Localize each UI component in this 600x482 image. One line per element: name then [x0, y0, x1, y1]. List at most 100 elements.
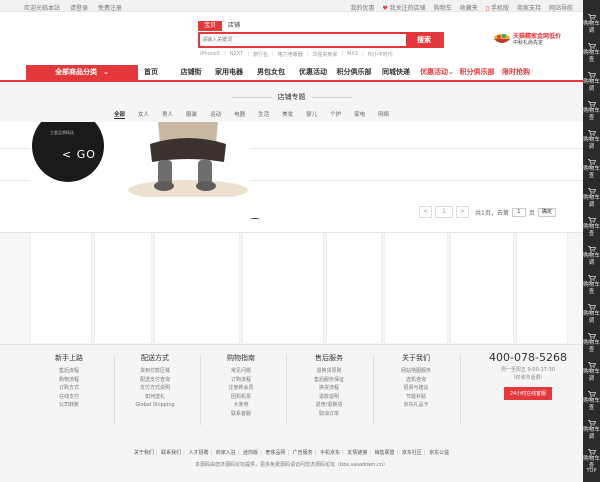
footer-link[interactable]: 售后服务保证: [286, 376, 372, 385]
nav-item-flash-sale[interactable]: 限时抢购: [501, 65, 531, 80]
sidebar-cart-item[interactable]: 购物车查: [583, 333, 600, 353]
hotword-link[interactable]: 叩小平时代: [368, 51, 393, 58]
filter-item[interactable]: 男人: [162, 110, 173, 119]
nav-item-bags[interactable]: 男包女包: [254, 65, 288, 80]
hotword-link[interactable]: iPhone5: [200, 51, 220, 58]
filter-item[interactable]: 运动: [210, 110, 221, 119]
footer-link[interactable]: 常见问题: [198, 367, 284, 376]
footer-link[interactable]: 购物流程: [26, 376, 112, 385]
filter-item[interactable]: 生活: [258, 110, 269, 119]
product-card[interactable]: [154, 233, 240, 343]
product-card[interactable]: [384, 233, 448, 343]
hotword-link[interactable]: 华强夹到家: [312, 51, 337, 58]
back-to-top-button[interactable]: TOP: [583, 468, 600, 474]
sidebar-cart-item[interactable]: 购物车调: [583, 188, 600, 208]
sidebar-cart-item[interactable]: 购物车查: [583, 275, 600, 295]
footer-link[interactable]: 注册新会员: [198, 384, 284, 393]
footer-link[interactable]: 京东礼品卡: [373, 401, 459, 410]
sidebar-cart-item[interactable]: 购物车调: [583, 304, 600, 324]
next-page-button[interactable]: >: [456, 206, 469, 218]
hotword-link[interactable]: 格力电暖器: [278, 51, 303, 58]
footer-bottom-link[interactable]: 人才招聘: [188, 450, 208, 456]
footer-link[interactable]: 退换货原则: [286, 367, 372, 376]
cart-link[interactable]: 购物车: [434, 3, 452, 12]
nav-item-promotions-2[interactable]: 优惠活动⌄: [420, 65, 454, 80]
all-categories-button[interactable]: 全部商品分类 ⌄: [26, 65, 138, 80]
filter-item[interactable]: 美妆: [282, 110, 293, 119]
product-card[interactable]: [326, 233, 382, 343]
product-card[interactable]: [516, 233, 568, 343]
go-circle[interactable]: 主要品牌精选 < GO: [32, 122, 104, 182]
filter-all[interactable]: 全部: [114, 110, 126, 119]
footer-link[interactable]: 在线支付: [26, 393, 112, 402]
sidebar-cart-item[interactable]: 购物车查: [583, 101, 600, 121]
footer-link[interactable]: 如何送礼: [112, 393, 198, 402]
nav-item-promotions[interactable]: 优惠活动: [296, 65, 330, 80]
search-tab-shops[interactable]: 店铺: [222, 21, 246, 31]
prev-page-button[interactable]: <: [419, 206, 432, 218]
footer-bottom-link[interactable]: 奢侈品网: [265, 450, 285, 456]
search-input[interactable]: [202, 35, 402, 45]
filter-item[interactable]: 家电: [354, 110, 365, 119]
footer-bottom-link[interactable]: 友情链接: [347, 450, 367, 456]
sidebar-cart-item[interactable]: 购物车查: [583, 159, 600, 179]
favorites-link[interactable]: 收藏夹: [460, 3, 478, 12]
footer-link[interactable]: 选机咨询: [373, 376, 459, 385]
register-link[interactable]: 免费注册: [98, 3, 122, 12]
footer-link[interactable]: 订购流程: [198, 376, 284, 385]
filter-item[interactable]: 服装: [186, 110, 197, 119]
product-card[interactable]: [450, 233, 514, 343]
footer-link[interactable]: 支付方式说明: [112, 384, 198, 393]
login-link[interactable]: 请登录: [70, 3, 88, 12]
product-card[interactable]: [30, 233, 92, 343]
search-button[interactable]: 搜索: [406, 34, 442, 46]
footer-link[interactable]: 退款说明: [286, 393, 372, 402]
footer-link[interactable]: 换货流程: [286, 384, 372, 393]
sidebar-cart-item[interactable]: 购物车调: [583, 362, 600, 382]
filter-item[interactable]: 电器: [234, 110, 245, 119]
footer-link[interactable]: 订购方式: [26, 384, 112, 393]
filter-item[interactable]: 个护: [330, 110, 341, 119]
site-nav-link[interactable]: 网站导航: [549, 3, 573, 12]
footer-link[interactable]: 配送支付查询: [112, 376, 198, 385]
sidebar-cart-item[interactable]: 购物车调: [583, 130, 600, 150]
footer-link[interactable]: 货到付款区域: [112, 367, 198, 376]
footer-bottom-link[interactable]: 手机京东: [320, 450, 340, 456]
my-coupons-link[interactable]: 我的优惠: [350, 3, 374, 12]
sidebar-cart-item[interactable]: 购物车调: [583, 246, 600, 266]
nav-item-home[interactable]: 首页: [138, 65, 164, 80]
online-service-button[interactable]: 24小时在线客服: [503, 387, 553, 400]
footer-link[interactable]: 售后流程: [26, 367, 112, 376]
nav-item-points-club[interactable]: 积分俱乐部: [334, 65, 374, 80]
footer-link[interactable]: 公司转账: [26, 401, 112, 410]
merchant-support-link[interactable]: 商家支持: [517, 3, 541, 12]
followed-shops-link[interactable]: ♥ 我关注的店铺: [382, 3, 425, 12]
footer-bottom-link[interactable]: 销售联盟: [375, 450, 395, 456]
footer-link[interactable]: Global Shipping: [112, 401, 198, 410]
footer-bottom-link[interactable]: 联系我们: [161, 450, 181, 456]
nav-item-local-express[interactable]: 同城快递: [379, 65, 413, 80]
sidebar-cart-item[interactable]: 购物车调: [583, 14, 600, 34]
footer-link[interactable]: 团购机票: [198, 393, 284, 402]
footer-bottom-link[interactable]: 商家入驻: [216, 450, 236, 456]
sidebar-cart-item[interactable]: 购物车调: [583, 72, 600, 92]
sidebar-cart-item[interactable]: 购物车查: [583, 391, 600, 411]
filter-item[interactable]: 女人: [138, 110, 149, 119]
hotword-link[interactable]: 旅行包: [253, 51, 268, 58]
footer-link[interactable]: 取消订单: [286, 410, 372, 419]
nav-item-points-club-2[interactable]: 积分俱乐部: [457, 65, 497, 80]
product-card[interactable]: [94, 233, 152, 343]
nav-item-shop-street[interactable]: 店铺街: [178, 65, 204, 80]
footer-bottom-link[interactable]: 迷你版: [243, 450, 258, 456]
page-jump-input[interactable]: 1: [511, 207, 526, 217]
footer-bottom-link[interactable]: 京东公益: [429, 450, 449, 456]
mobile-link[interactable]: ▯ 手机版: [486, 3, 509, 12]
sidebar-cart-item[interactable]: 购物车查: [583, 217, 600, 237]
footer-link[interactable]: 大家电: [198, 401, 284, 410]
product-card[interactable]: [242, 233, 324, 343]
sidebar-cart-item[interactable]: 购物车查: [583, 449, 600, 469]
footer-link[interactable]: 返修/退换货: [286, 401, 372, 410]
footer-link[interactable]: 网站地图服务: [373, 367, 459, 376]
footer-link[interactable]: 招贤与建议: [373, 384, 459, 393]
footer-bottom-link[interactable]: 京东社区: [402, 450, 422, 456]
